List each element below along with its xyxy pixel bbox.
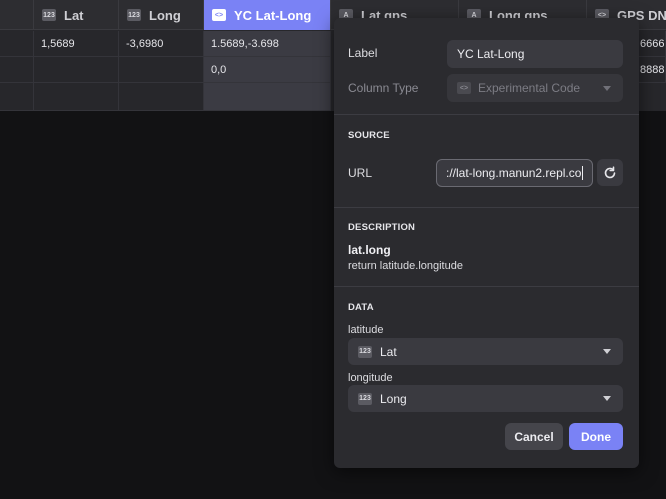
description-section-title: DESCRIPTION [348,222,416,233]
row-number-cell[interactable] [0,83,34,111]
column-header-long[interactable]: 123 Long [119,0,204,30]
code-icon: <> [457,82,471,94]
row-number-cell[interactable] [0,57,34,83]
text-cursor [582,166,584,180]
cancel-button[interactable]: Cancel [505,423,563,450]
url-value: ://lat-long.manun2.repl.co [446,166,582,180]
description-body: return latitude.longitude [348,260,463,272]
latitude-value: Lat [380,344,397,359]
number-icon: 123 [42,9,56,21]
column-header-label: Long [149,7,181,23]
column-type-value: Experimental Code [478,81,581,95]
table-cell[interactable]: 1,5689 [34,31,119,57]
column-settings-panel: Label YC Lat-Long Column Type <> Experim… [334,18,639,468]
divider [334,207,639,208]
latitude-caption: latitude [348,324,384,336]
table-cell[interactable]: 8888 [638,57,666,83]
longitude-value: Long [380,391,407,406]
table-cell[interactable] [119,83,204,111]
table-cell[interactable] [119,57,204,83]
url-input[interactable]: ://lat-long.manun2.repl.co [436,159,593,187]
table-cell[interactable] [204,83,331,111]
chevron-down-icon [603,396,611,401]
column-type-select[interactable]: <> Experimental Code [447,74,623,102]
table-cell[interactable]: 6666 [638,31,666,57]
done-button[interactable]: Done [569,423,623,450]
longitude-caption: longitude [348,372,393,384]
table-cell[interactable]: 1.5689,-3.698 [204,31,331,57]
column-header-yc-lat-long[interactable]: <> YC Lat-Long [204,0,331,30]
table-cell[interactable] [34,57,119,83]
chevron-down-icon [603,86,611,91]
number-icon: 123 [358,392,372,405]
description-function-name: lat.long [348,243,391,257]
column-type-caption: Column Type [348,81,419,95]
refresh-button[interactable] [597,159,623,186]
row-number-cell[interactable] [0,31,34,57]
latitude-select[interactable]: 123 Lat [348,338,623,365]
data-section-title: DATA [348,302,374,313]
column-header-label: Lat [64,7,84,23]
column-header-lat[interactable]: 123 Lat [34,0,119,30]
table-cell[interactable]: 0,0 [204,57,331,83]
code-icon: <> [212,9,226,21]
table-cell[interactable] [34,83,119,111]
table-cell[interactable]: -3,6980 [119,31,204,57]
label-input[interactable]: YC Lat-Long [447,40,623,68]
divider [334,114,639,115]
longitude-select[interactable]: 123 Long [348,385,623,412]
number-icon: 123 [127,9,141,21]
source-section-title: SOURCE [348,130,390,141]
row-number-header [0,0,34,30]
chevron-down-icon [603,349,611,354]
divider [334,286,639,287]
number-icon: 123 [358,345,372,358]
url-caption: URL [348,166,373,180]
label-caption: Label [348,46,378,60]
column-header-label: YC Lat-Long [234,7,312,23]
refresh-icon [604,165,616,178]
